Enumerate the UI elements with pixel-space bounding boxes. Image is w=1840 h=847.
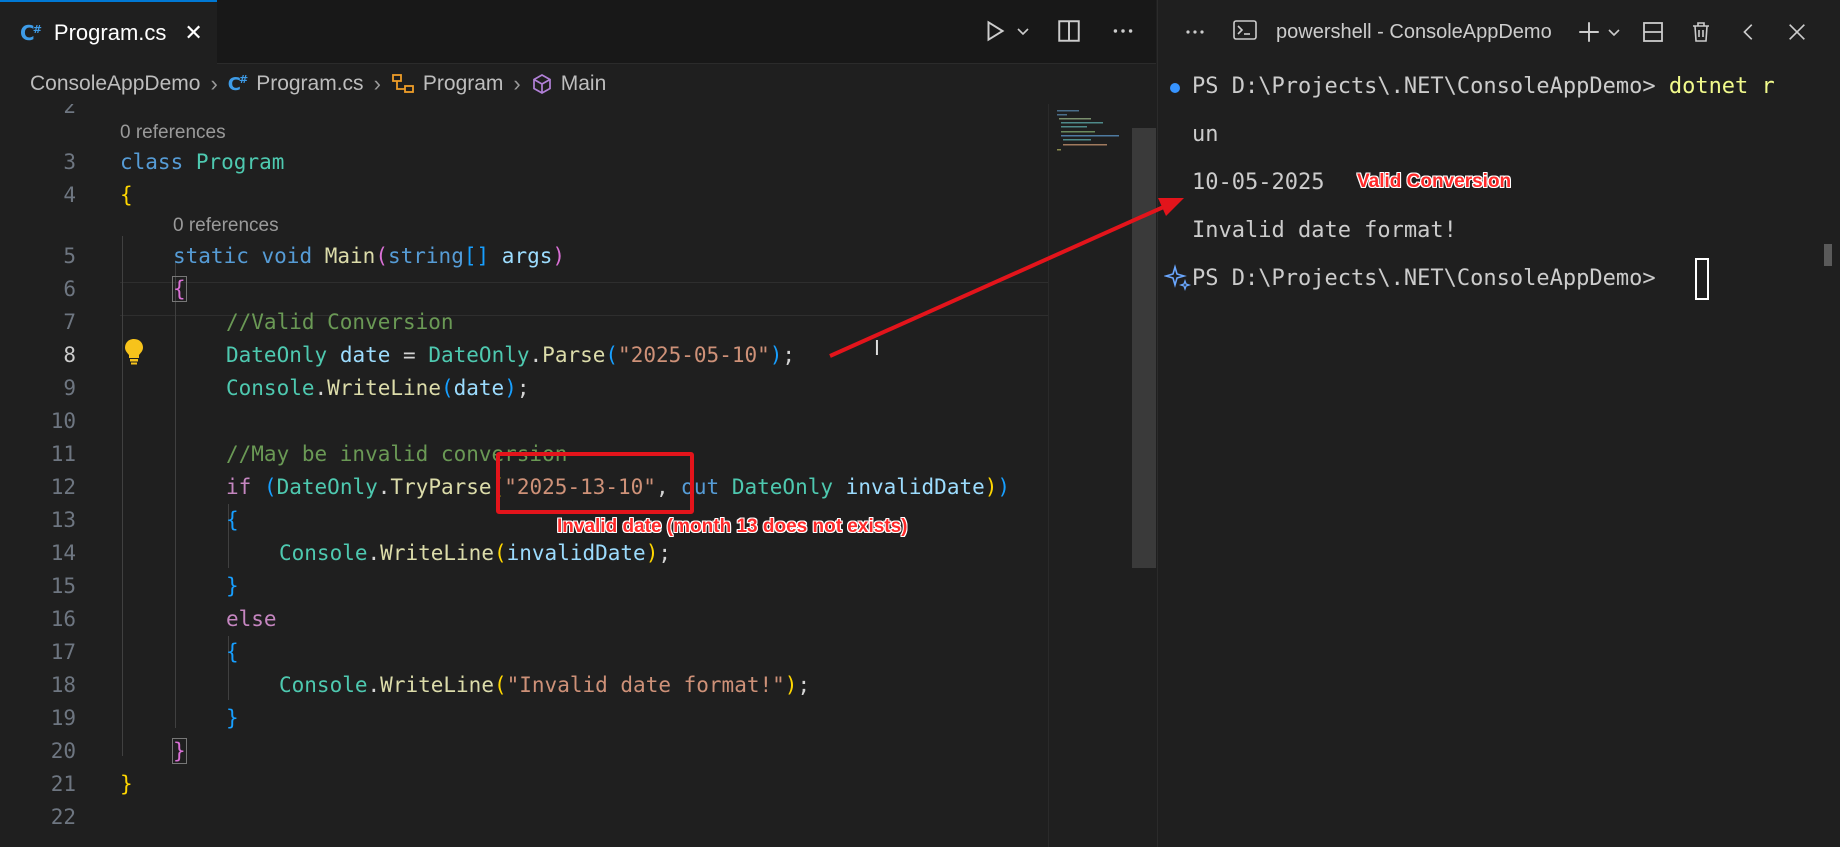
line-number: 22 — [50, 805, 76, 829]
close-icon[interactable]: ✕ — [184, 20, 202, 46]
terminal-panel: powershell - ConsoleAppDemo PS D:\Projec… — [1157, 0, 1840, 847]
line-number: 9 — [63, 376, 76, 400]
annotation-invalid-date: Invalid date (month 13 does not exists) — [557, 516, 908, 537]
indent-guide — [175, 262, 176, 728]
chevron-right-icon: › — [513, 71, 521, 96]
run-dropdown-chevron-icon[interactable] — [1014, 14, 1032, 48]
tab-label: Program.cs — [53, 20, 167, 45]
code-line-7: //Valid Conversion — [226, 310, 454, 334]
terminal-cursor — [1695, 258, 1709, 300]
breadcrumb-label: Program — [422, 72, 504, 95]
annotation-valid-conversion: Valid Conversion — [1357, 171, 1512, 192]
breadcrumb-item-file[interactable]: C# Program.cs — [228, 72, 364, 96]
chevron-down-icon[interactable] — [1606, 15, 1622, 49]
terminal-prompt: PS D:\Projects\.NET\ConsoleAppDemo> — [1192, 74, 1669, 99]
more-actions-icon[interactable] — [1178, 15, 1212, 49]
minimap-preview — [1057, 110, 1119, 151]
close-icon[interactable] — [1780, 15, 1814, 49]
line-number: 11 — [50, 442, 76, 466]
line-number: 21 — [50, 772, 76, 796]
code-line-8: DateOnly date = DateOnly.Parse("2025-05-… — [226, 343, 796, 367]
terminal-prompt: PS D:\Projects\.NET\ConsoleAppDemo> — [1192, 266, 1669, 291]
line-number: 20 — [50, 739, 76, 763]
editor-pane: C# Program.cs ✕ ConsoleAppDemo › C# Prog… — [0, 0, 1156, 847]
trash-icon[interactable] — [1684, 15, 1718, 49]
code-line-14: Console.WriteLine(invalidDate); — [279, 541, 672, 565]
line-number: 13 — [50, 508, 76, 532]
command-status-dot-icon — [1170, 83, 1180, 93]
editor-tab-bar: C# Program.cs ✕ — [0, 0, 1156, 64]
chevron-right-icon: › — [373, 71, 381, 96]
code-line-19: } — [226, 706, 239, 730]
line-number: 15 — [50, 574, 76, 598]
terminal-scrollbar[interactable] — [1824, 64, 1832, 847]
code-line-9: Console.WriteLine(date); — [226, 376, 530, 400]
code-line-16: else — [226, 607, 277, 631]
code-line-5: static void Main(string[] args) — [173, 244, 566, 268]
code-line-17: { — [226, 640, 239, 664]
breadcrumb: ConsoleAppDemo › C# Program.cs › Program… — [0, 64, 1156, 104]
line-number: 2 — [63, 104, 76, 118]
code-line-20: } — [172, 738, 187, 764]
terminal-line: 10-05-2025 — [1192, 170, 1325, 195]
line-number: 16 — [50, 607, 76, 631]
line-number: 18 — [50, 673, 76, 697]
terminal-line: un — [1192, 122, 1219, 147]
line-number: 5 — [63, 244, 76, 268]
split-editor-icon[interactable] — [1052, 14, 1086, 48]
line-number: 3 — [63, 150, 76, 174]
split-terminal-icon[interactable] — [1636, 15, 1670, 49]
terminal-line: Invalid date format! — [1192, 218, 1457, 243]
line-number: 7 — [63, 310, 76, 334]
terminal-line: PS D:\Projects\.NET\ConsoleAppDemo> dotn… — [1192, 74, 1775, 99]
line-number: 14 — [50, 541, 76, 565]
csharp-file-icon: C# — [227, 73, 249, 95]
run-icon[interactable] — [978, 14, 1012, 48]
line-number: 6 — [63, 277, 76, 301]
code-line-4: { — [120, 183, 133, 207]
sparkle-icon[interactable] — [1163, 264, 1192, 298]
invalid-date-highlight-box — [496, 452, 694, 514]
breadcrumb-item-class[interactable]: Program — [391, 72, 504, 96]
add-terminal-icon[interactable] — [1572, 15, 1606, 49]
text-cursor-icon: I — [874, 336, 880, 360]
more-actions-icon[interactable] — [1106, 14, 1140, 48]
line-number: 4 — [63, 183, 76, 207]
chevron-left-icon[interactable] — [1732, 15, 1766, 49]
line-number: 19 — [50, 706, 76, 730]
code-line-13: { — [226, 508, 239, 532]
line-number: 17 — [50, 640, 76, 664]
indent-guide — [122, 236, 123, 756]
codelens-references[interactable]: 0 references — [120, 122, 226, 144]
code-line-21: } — [120, 772, 133, 796]
editor-scrollbar-thumb[interactable] — [1132, 128, 1156, 568]
breadcrumb-item-project[interactable]: ConsoleAppDemo — [30, 72, 200, 96]
codelens-references[interactable]: 0 references — [173, 215, 279, 237]
line-number: 12 — [50, 475, 76, 499]
class-icon — [391, 74, 414, 93]
terminal-line: PS D:\Projects\.NET\ConsoleAppDemo> — [1192, 266, 1669, 291]
code-line-6: { — [172, 276, 187, 302]
terminal-toolbar: powershell - ConsoleAppDemo — [1158, 0, 1840, 64]
breadcrumb-label: Main — [560, 72, 607, 95]
line-number: 10 — [50, 409, 76, 433]
method-cube-icon — [532, 74, 551, 94]
terminal-icon — [1232, 18, 1258, 47]
terminal-title[interactable]: powershell - ConsoleAppDemo — [1276, 21, 1552, 44]
tab-program-cs[interactable]: C# Program.cs ✕ — [0, 0, 217, 64]
breadcrumb-label: Program.cs — [256, 72, 364, 95]
code-line-15: } — [226, 574, 239, 598]
csharp-file-icon: C# — [20, 21, 42, 45]
terminal-scroll-marker — [1824, 244, 1832, 266]
lightbulb-icon[interactable] — [122, 336, 146, 371]
breadcrumb-item-method[interactable]: Main — [531, 72, 607, 96]
breadcrumb-label: ConsoleAppDemo — [30, 72, 201, 95]
line-number-active: 8 — [63, 343, 76, 367]
editor-scrollbar[interactable] — [1132, 104, 1156, 847]
terminal-command: dotnet r — [1668, 74, 1775, 99]
code-line-18: Console.WriteLine("Invalid date format!"… — [279, 673, 811, 697]
chevron-right-icon: › — [210, 71, 218, 96]
minimap[interactable] — [1048, 104, 1132, 847]
code-line-3: class Program — [120, 150, 285, 174]
